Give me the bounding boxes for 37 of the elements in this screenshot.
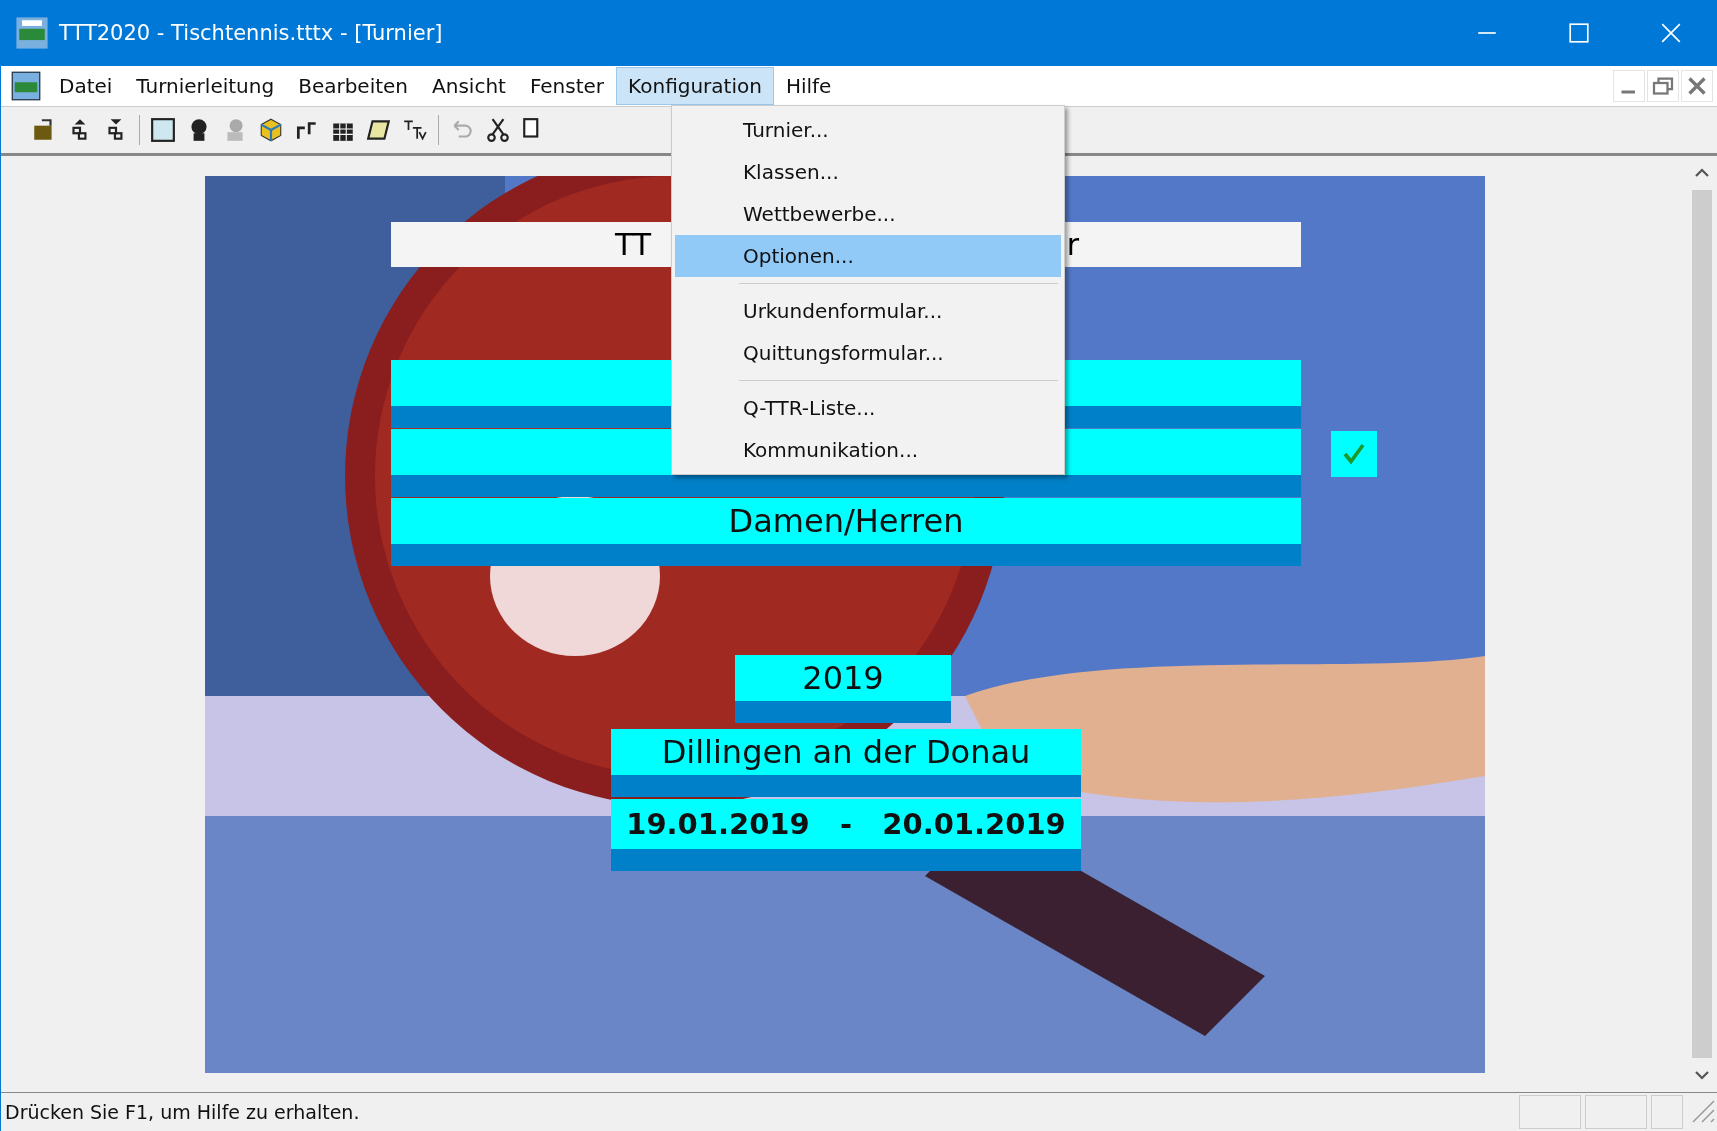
year-text: 2019 <box>802 659 884 697</box>
status-pane <box>1519 1095 1581 1129</box>
menu-option[interactable]: Optionen... <box>675 235 1061 277</box>
minimize-icon[interactable] <box>1613 70 1645 102</box>
menu-item[interactable]: Hilfe <box>773 67 844 105</box>
category-text: Damen/Herren <box>728 502 964 540</box>
close-icon[interactable] <box>1681 70 1713 102</box>
menu-option[interactable]: Kommunikation... <box>675 429 1061 471</box>
dates-text: 19.01.2019 - 20.01.2019 <box>626 807 1066 841</box>
menu-option[interactable]: Turnier... <box>675 109 1061 151</box>
banner-text: TT <box>615 227 652 262</box>
banner-text: r <box>1066 227 1079 262</box>
menu-item[interactable]: Konfiguration <box>616 67 774 105</box>
cube-icon[interactable] <box>258 117 284 143</box>
menu-item[interactable]: Fenster <box>517 67 617 105</box>
menu-option[interactable]: Urkundenformular... <box>675 290 1061 332</box>
status-text: Drücken Sie F1, um Hilfe zu erhalten. <box>5 1101 360 1123</box>
status-pane <box>1651 1095 1683 1129</box>
window-icon[interactable] <box>150 117 176 143</box>
place-text: Dillingen an der Donau <box>661 733 1031 771</box>
menu-option[interactable]: Quittungsformular... <box>675 332 1061 374</box>
menu-option[interactable]: Klassen... <box>675 151 1061 193</box>
app-icon <box>15 16 49 50</box>
menu-item[interactable]: Turnierleitung <box>124 67 287 105</box>
menu-option[interactable]: Wettbewerbe... <box>675 193 1061 235</box>
scissors-icon[interactable] <box>485 117 511 143</box>
menu-item[interactable]: Ansicht <box>420 67 518 105</box>
window-title: TTT2020 - Tischtennis.tttx - [Turnier] <box>59 21 443 45</box>
menu-item[interactable]: Datei <box>47 67 125 105</box>
menu-option[interactable]: Q-TTR-Liste... <box>675 387 1061 429</box>
status-pane <box>1585 1095 1647 1129</box>
menu-item[interactable]: Bearbeiten <box>286 67 421 105</box>
restore-icon[interactable] <box>1647 70 1679 102</box>
document-icon[interactable] <box>11 71 41 101</box>
check-box[interactable] <box>1331 431 1377 477</box>
text-size-icon[interactable] <box>402 117 428 143</box>
scroll-thumb[interactable] <box>1692 190 1712 1058</box>
